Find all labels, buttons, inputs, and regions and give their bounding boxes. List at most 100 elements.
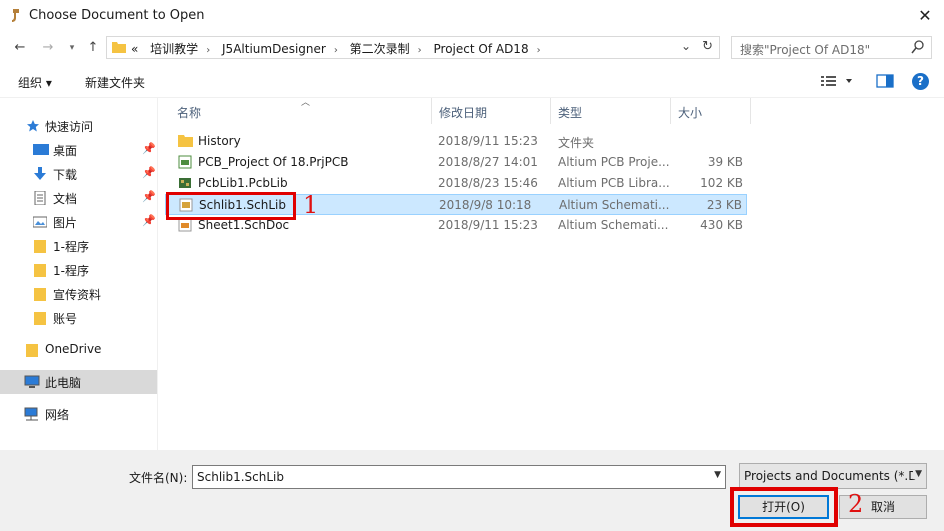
breadcrumb-item[interactable]: Project Of AD18	[434, 42, 529, 56]
pane-divider[interactable]	[157, 98, 158, 450]
network-icon	[24, 407, 38, 421]
file-date: 2018/9/8 10:18	[439, 198, 532, 212]
navigation-pane: 快速访问 桌面 📌 下载 📌 文档 📌 图片 📌 1-程序 1-程序 宣传资料 …	[0, 98, 157, 450]
sidebar-item-folder[interactable]: 宣传资料	[0, 282, 157, 306]
annotation-number-1: 1	[303, 191, 319, 219]
preview-pane-icon	[876, 74, 894, 88]
sidebar-item-folder[interactable]: 账号	[0, 306, 157, 330]
close-button[interactable]: ✕	[912, 4, 938, 28]
sidebar-item-folder[interactable]: 1-程序	[0, 258, 157, 282]
chevron-down-icon[interactable]: ▼	[714, 470, 721, 480]
file-type: Altium Schemati...	[558, 218, 669, 232]
breadcrumb: « 培训教学 › J5AltiumDesigner › 第二次录制 › Project…	[131, 40, 549, 57]
address-dropdown-icon[interactable]: ⌄	[681, 39, 691, 53]
refresh-icon[interactable]: ↻	[702, 39, 713, 54]
sidebar-item-label: 网络	[45, 408, 70, 422]
pcblib-file-icon	[179, 178, 191, 188]
chevron-right-icon: ›	[536, 45, 541, 56]
sidebar-item-documents[interactable]: 文档 📌	[0, 186, 157, 210]
prjpcb-file-icon	[178, 155, 192, 169]
cloud-folder-icon	[26, 344, 38, 357]
chevron-right-icon: ›	[206, 45, 211, 56]
sidebar-item-label: 1-程序	[53, 240, 89, 254]
window-title: Choose Document to Open	[29, 8, 205, 23]
computer-icon	[24, 375, 40, 388]
help-icon[interactable]: ?	[912, 73, 929, 90]
sidebar-item-label: 1-程序	[53, 264, 89, 278]
file-date: 2018/9/11 15:23	[438, 218, 538, 232]
search-input[interactable]: 搜索"Project Of AD18"	[731, 36, 932, 59]
sidebar-item-label: 账号	[53, 312, 78, 326]
folder-icon	[34, 264, 46, 277]
file-size: 23 KB	[706, 198, 742, 212]
sidebar-item-pictures[interactable]: 图片 📌	[0, 210, 157, 234]
arrow-up-icon: ↑	[87, 40, 99, 55]
folder-icon	[178, 135, 193, 147]
column-header-label: 修改日期	[439, 106, 488, 120]
sidebar-item-downloads[interactable]: 下载 📌	[0, 162, 157, 186]
sidebar-item-quick-access[interactable]: 快速访问	[0, 114, 157, 138]
sidebar-item-onedrive[interactable]: OneDrive	[0, 338, 157, 362]
filename-input[interactable]: Schlib1.SchLib ▼	[192, 465, 726, 489]
forward-button[interactable]: →	[38, 38, 58, 58]
file-type: Altium PCB Libra...	[558, 176, 670, 190]
up-button[interactable]: ↑	[83, 38, 103, 58]
sidebar-item-label: 文档	[53, 192, 78, 206]
folder-icon	[34, 312, 46, 325]
altium-app-icon	[12, 9, 19, 22]
pin-icon: 📌	[142, 142, 156, 155]
column-divider[interactable]	[750, 98, 751, 124]
sidebar-item-label: 桌面	[53, 144, 78, 158]
new-folder-button[interactable]: 新建文件夹	[85, 74, 145, 91]
file-row[interactable]: PcbLib1.PcbLib 2018/8/23 15:46 Altium PC…	[165, 173, 747, 194]
back-button[interactable]: ←	[10, 38, 30, 58]
file-row[interactable]: History 2018/9/11 15:23 文件夹	[165, 131, 747, 152]
pin-icon: 📌	[142, 190, 156, 203]
sort-ascending-icon: ︿	[301, 98, 311, 108]
sidebar-item-label: OneDrive	[45, 342, 102, 356]
breadcrumb-item[interactable]: 培训教学	[150, 42, 198, 56]
sidebar-item-folder[interactable]: 1-程序	[0, 234, 157, 258]
column-header-date[interactable]: 修改日期	[431, 98, 550, 124]
download-icon	[34, 167, 46, 180]
file-name: Sheet1.SchDoc	[198, 218, 290, 232]
file-date: 2018/8/27 14:01	[438, 155, 538, 169]
arrow-right-icon: →	[42, 40, 54, 55]
file-date: 2018/8/23 15:46	[438, 176, 538, 190]
change-view-button[interactable]	[820, 74, 854, 91]
column-header-size[interactable]: 大小	[670, 98, 750, 124]
command-toolbar: 组织 ▾ 新建文件夹 ?	[0, 64, 944, 98]
column-header-type[interactable]: 类型	[550, 98, 670, 124]
filename-label: 文件名(N):	[129, 471, 188, 485]
preview-pane-button[interactable]	[876, 74, 894, 91]
breadcrumb-overflow[interactable]: «	[131, 42, 138, 56]
file-name: History	[198, 134, 241, 148]
column-header-name[interactable]: ︿ 名称	[169, 98, 431, 124]
sidebar-item-network[interactable]: 网络	[0, 402, 157, 426]
column-header-label: 类型	[558, 106, 583, 120]
breadcrumb-item[interactable]: 第二次录制	[350, 42, 410, 56]
pin-icon: 📌	[142, 166, 156, 179]
address-bar[interactable]: « 培训教学 › J5AltiumDesigner › 第二次录制 › Project…	[106, 36, 720, 59]
arrow-left-icon: ←	[14, 40, 26, 55]
filetype-select[interactable]: Projects and Documents (*.D ▼	[739, 463, 927, 489]
breadcrumb-item[interactable]: J5AltiumDesigner	[222, 42, 326, 56]
recent-locations-button[interactable]: ▾	[62, 38, 82, 58]
file-date: 2018/9/11 15:23	[438, 134, 538, 148]
column-header-label: 大小	[678, 106, 703, 120]
chevron-down-icon: ▼	[913, 469, 922, 479]
organize-button[interactable]: 组织 ▾	[18, 74, 52, 91]
sidebar-item-desktop[interactable]: 桌面 📌	[0, 138, 157, 162]
file-row[interactable]: PCB_Project Of 18.PrjPCB 2018/8/27 14:01…	[165, 152, 747, 173]
chevron-down-icon: ▾	[69, 43, 75, 53]
document-icon	[34, 191, 46, 205]
sidebar-item-label: 宣传资料	[53, 288, 102, 302]
picture-icon	[33, 216, 47, 228]
file-size: 39 KB	[707, 155, 743, 169]
file-size: 102 KB	[700, 176, 743, 190]
sidebar-item-this-pc[interactable]: 此电脑	[0, 370, 157, 394]
file-type: Altium Schemati...	[559, 198, 670, 212]
sidebar-item-label: 此电脑	[45, 376, 82, 390]
filename-value: Schlib1.SchLib	[197, 470, 285, 484]
details-view-icon	[821, 76, 852, 86]
